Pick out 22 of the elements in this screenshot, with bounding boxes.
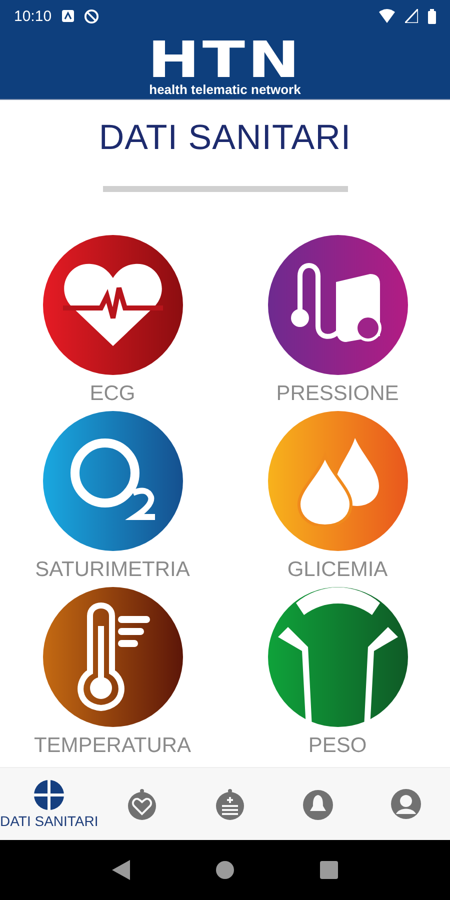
battery-icon — [428, 8, 436, 24]
back-icon[interactable] — [112, 860, 130, 880]
profile-icon — [391, 789, 422, 819]
bell-icon — [303, 788, 334, 820]
heart-pulse-icon — [62, 262, 162, 348]
status-time: 10:10 — [14, 8, 52, 24]
cross-circle-icon — [33, 779, 66, 811]
measurement-label: PRESSIONE — [276, 381, 399, 407]
notification-icon — [62, 10, 74, 22]
measurement-label: TEMPERATURA — [34, 733, 192, 759]
logo: HTN — [148, 37, 302, 83]
list-icon — [215, 788, 246, 820]
logo-tagline: health telematic network — [149, 83, 301, 97]
page-title: DATI SANITARI — [98, 118, 352, 158]
measurement-label: SATURIMETRIA — [35, 557, 190, 583]
heart-icon — [127, 788, 158, 820]
measurement-label: ECG — [90, 381, 136, 407]
home-icon[interactable] — [216, 861, 234, 879]
signal-icon — [405, 9, 418, 23]
wifi-icon — [379, 9, 395, 23]
measurement-label: PESO — [308, 733, 367, 759]
measurement-label: GLICEMIA — [287, 557, 388, 583]
